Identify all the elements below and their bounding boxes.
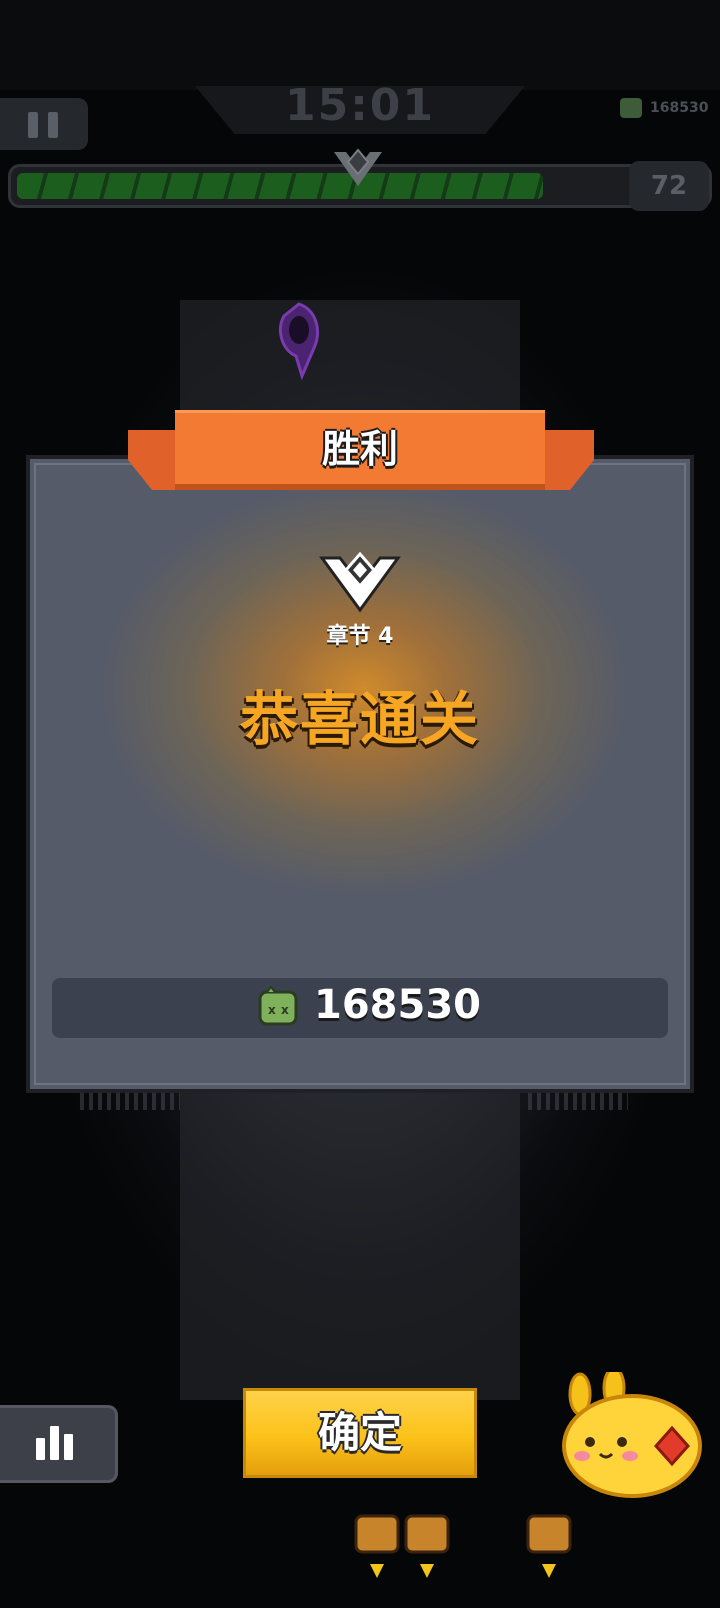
coin-icon <box>620 98 642 118</box>
chapter-label: 章节 4 <box>326 624 394 649</box>
chest-icon <box>404 1514 450 1578</box>
confirm-button[interactable]: 确定 <box>243 1388 477 1478</box>
banner-title: 胜利 <box>321 427 398 471</box>
coin-icon: x x <box>258 986 298 1026</box>
victory-banner: 胜利 <box>175 410 545 490</box>
coin-counter: 168530 <box>620 98 708 118</box>
chest-icon <box>526 1514 572 1578</box>
timer: 15:01 <box>284 80 436 131</box>
headline: 恭喜通关 <box>239 685 480 753</box>
stats-button[interactable] <box>0 1405 118 1483</box>
chest-icon <box>354 1514 400 1578</box>
purple-gem-icon <box>279 302 319 380</box>
reward-amount: 168530 <box>314 982 481 1028</box>
svg-text:x: x <box>281 1003 289 1017</box>
reward-row: x x 168530 <box>52 978 668 1038</box>
rank-emblem-icon <box>319 551 401 613</box>
coin-amount: 168530 <box>650 100 709 116</box>
rank-emblem-icon <box>334 148 382 186</box>
level-badge: 72 <box>629 161 709 211</box>
pause-icon <box>48 112 58 138</box>
mascot-icon[interactable] <box>560 1372 710 1502</box>
pause-button[interactable] <box>0 98 88 150</box>
svg-text:x: x <box>268 1003 276 1017</box>
confirm-label: 确定 <box>317 1408 402 1457</box>
top-bar <box>0 0 720 90</box>
stats-icon <box>64 1434 73 1460</box>
stats-icon <box>36 1438 45 1460</box>
xp-fill <box>17 173 543 199</box>
pause-icon <box>28 112 38 138</box>
stats-icon <box>50 1426 59 1460</box>
